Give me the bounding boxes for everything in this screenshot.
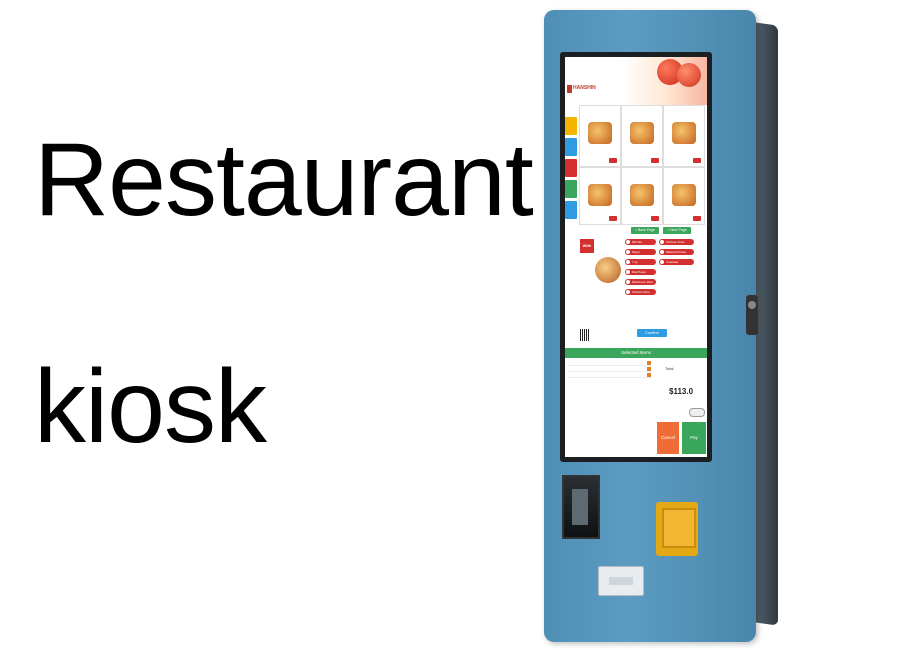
add-button[interactable]	[609, 216, 617, 221]
menu-item-tile[interactable]	[579, 167, 621, 225]
menu-item-tile[interactable]	[579, 105, 621, 167]
option-button[interactable]: Mushroom Rice	[625, 279, 656, 285]
order-line	[568, 361, 652, 366]
option-button[interactable]: 7 up	[625, 259, 656, 265]
option-button[interactable]: Diet Pepsi	[625, 269, 656, 275]
add-button[interactable]	[693, 216, 701, 221]
menu-item-tile[interactable]	[663, 167, 705, 225]
food-image	[672, 184, 696, 206]
pay-button[interactable]: Pay	[682, 422, 706, 454]
prev-page-button[interactable]: < Back Page	[631, 227, 659, 234]
tomato-image	[677, 63, 701, 87]
confirm-button[interactable]: Confirm	[637, 329, 667, 337]
food-image	[588, 122, 612, 144]
add-button[interactable]	[651, 158, 659, 163]
delete-icon[interactable]	[647, 367, 651, 371]
category-tab[interactable]	[565, 159, 577, 177]
selected-food-image	[595, 257, 621, 283]
selected-items-header: Selected Items	[565, 348, 707, 358]
add-button[interactable]	[693, 158, 701, 163]
kiosk-screen: HANSHIN < Back Page > Next Page With Mir…	[565, 57, 707, 457]
add-button[interactable]	[609, 158, 617, 163]
with-badge: With	[580, 239, 594, 253]
lock-icon	[746, 295, 758, 335]
menu-item-tile[interactable]	[621, 105, 663, 167]
brand-logo-icon	[567, 85, 572, 93]
option-button[interactable]: Coleslaw	[659, 259, 694, 265]
option-button[interactable]: Chinese Fries	[659, 239, 694, 245]
category-bar	[565, 117, 577, 235]
brand-logo: HANSHIN	[573, 85, 596, 91]
menu-item-tile[interactable]	[663, 105, 705, 167]
option-button[interactable]: Mashed Potato	[659, 249, 694, 255]
dine-option-toggle[interactable]	[689, 408, 705, 417]
card-reader	[656, 502, 698, 556]
headline-kiosk: kiosk	[34, 349, 267, 465]
receipt-printer	[598, 566, 644, 596]
food-image	[588, 184, 612, 206]
category-tab[interactable]	[565, 180, 577, 198]
add-button[interactable]	[651, 216, 659, 221]
category-tab[interactable]	[565, 117, 577, 135]
food-image	[630, 122, 654, 144]
order-line	[568, 367, 652, 372]
qr-code-icon	[580, 329, 590, 341]
food-image	[630, 184, 654, 206]
cancel-button[interactable]: Cancel	[657, 422, 679, 454]
menu-item-tile[interactable]	[621, 167, 663, 225]
headline-restaurant: Restaurant	[34, 122, 534, 238]
food-image	[672, 122, 696, 144]
option-button[interactable]: Chicken Rice	[625, 289, 656, 295]
category-tab[interactable]	[565, 201, 577, 219]
total-label: Total	[665, 366, 674, 371]
order-line	[568, 373, 652, 378]
next-page-button[interactable]: > Next Page	[663, 227, 691, 234]
total-value: $113.0	[669, 387, 694, 396]
delete-icon[interactable]	[647, 373, 651, 377]
category-tab[interactable]	[565, 138, 577, 156]
item-detail-panel: < Back Page > Next Page With Mirinda Pep…	[579, 225, 707, 341]
bill-acceptor	[562, 475, 600, 539]
delete-icon[interactable]	[647, 361, 651, 365]
option-button[interactable]: Mirinda	[625, 239, 656, 245]
option-button[interactable]: Pepsi	[625, 249, 656, 255]
